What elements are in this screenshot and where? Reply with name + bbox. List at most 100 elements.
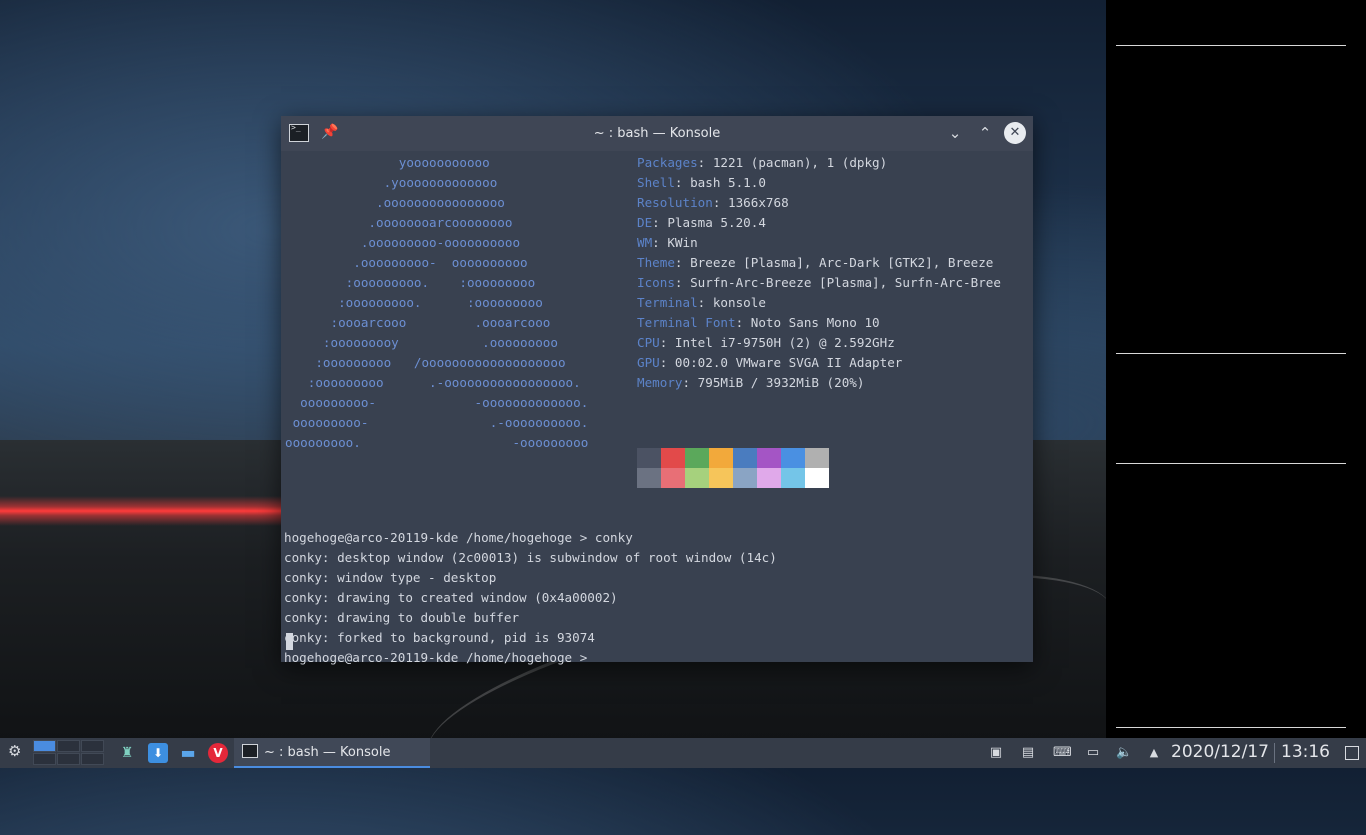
sysinfo-row: Packages: 1221 (pacman), 1 (dpkg)	[637, 153, 1001, 173]
desktop-6[interactable]	[81, 753, 104, 765]
sysinfo-row: Theme: Breeze [Plasma], Arc-Dark [GTK2],…	[637, 253, 1001, 273]
sysinfo-value: : konsole	[697, 295, 766, 310]
conky-divider	[1116, 353, 1346, 354]
window-title: ~ : bash — Konsole	[593, 126, 721, 141]
terminal-output: hogehoge@arco-20119-kde /home/hogehoge >…	[284, 528, 777, 668]
desktop-3[interactable]	[81, 740, 104, 752]
conky-divider	[1116, 463, 1346, 464]
sysinfo-value: : KWin	[652, 235, 698, 250]
color-swatch	[757, 468, 781, 488]
sysinfo-row: Terminal: konsole	[637, 293, 1001, 313]
terminal-area[interactable]: yooooooooooo .yooooooooooooo .oooooooooo…	[281, 151, 1033, 665]
sysinfo-key: Packages	[637, 155, 698, 170]
sysinfo-key: Terminal Font	[637, 315, 736, 330]
desktop-4[interactable]	[33, 753, 56, 765]
keyboard-icon[interactable]: ⌨	[1053, 745, 1072, 761]
arco-ascii-logo: yooooooooooo .yooooooooooooo .oooooooooo…	[285, 155, 589, 450]
window-titlebar[interactable]: 📌 ~ : bash — Konsole ⌄ ⌃ ✕	[281, 116, 1033, 151]
sysinfo-value: : 1221 (pacman), 1 (dpkg)	[697, 155, 888, 170]
color-swatch	[733, 448, 757, 468]
output-line: hogehoge@arco-20119-kde /home/hogehoge >	[284, 650, 588, 665]
task-konsole[interactable]: ~ : bash — Konsole	[234, 738, 430, 768]
color-swatch	[637, 448, 661, 468]
sysinfo-key: CPU	[637, 335, 660, 350]
color-swatch	[805, 468, 829, 488]
vivaldi-icon[interactable]: V	[208, 743, 228, 763]
terminal-icon	[242, 744, 258, 758]
close-button[interactable]: ✕	[1004, 122, 1026, 144]
sysinfo-value: : Noto Sans Mono 10	[735, 315, 880, 330]
desktop-2[interactable]	[57, 740, 80, 752]
sysinfo-row: Icons: Surfn-Arc-Breeze [Plasma], Surfn-…	[637, 273, 1001, 293]
sysinfo-key: Shell	[637, 175, 675, 190]
color-swatch	[637, 468, 661, 488]
neofetch-info: Packages: 1221 (pacman), 1 (dpkg) Shell: …	[637, 153, 1001, 393]
color-swatch	[709, 448, 733, 468]
wallpaper-light-streak	[0, 496, 300, 526]
minimize-button[interactable]: ⌄	[944, 122, 966, 144]
conky-divider	[1116, 45, 1346, 46]
clock-divider	[1274, 743, 1275, 763]
network-icon[interactable]: ▭	[1085, 745, 1101, 761]
sysinfo-row: Shell: bash 5.1.0	[637, 173, 1001, 193]
maximize-button[interactable]: ⌃	[974, 122, 996, 144]
folder-icon[interactable]: ▬	[178, 743, 198, 763]
color-swatch	[757, 448, 781, 468]
show-desktop-icon[interactable]	[1342, 742, 1360, 762]
output-line: conky: drawing to created window (0x4a00…	[284, 590, 618, 605]
sysinfo-row: GPU: 00:02.0 VMware SVGA II Adapter	[637, 353, 1001, 373]
color-swatch	[781, 448, 805, 468]
volume-icon[interactable]: 🔈	[1116, 745, 1132, 761]
palette-row	[637, 448, 829, 468]
sysinfo-key: WM	[637, 235, 653, 250]
color-swatch	[685, 448, 709, 468]
sysinfo-key: GPU	[637, 355, 660, 370]
konsole-window[interactable]: 📌 ~ : bash — Konsole ⌄ ⌃ ✕ yooooooooooo …	[281, 116, 1033, 665]
sysinfo-value: : Plasma 5.20.4	[652, 215, 766, 230]
sysinfo-key: Theme	[637, 255, 675, 270]
sysinfo-key: Terminal	[637, 295, 698, 310]
color-swatch	[733, 468, 757, 488]
sysinfo-value: : Intel i7-9750H (2) @ 2.592GHz	[659, 335, 895, 350]
clipboard-icon[interactable]: ▤	[1020, 745, 1036, 761]
sysinfo-row: Resolution: 1366x768	[637, 193, 1001, 213]
taskbar: ⚙ ♜ ⬇ ▬ V ~ : bash — Konsole ▣ ▤ ⌨ ▭ 🔈 ▲…	[0, 738, 1366, 768]
sysinfo-row: WM: KWin	[637, 233, 1001, 253]
task-label: ~ : bash — Konsole	[264, 745, 391, 760]
sysinfo-row: CPU: Intel i7-9750H (2) @ 2.592GHz	[637, 333, 1001, 353]
conky-panel	[1106, 0, 1366, 738]
download-icon[interactable]: ⬇	[148, 743, 168, 763]
output-line: conky: window type - desktop	[284, 570, 497, 585]
desktop-5[interactable]	[57, 753, 80, 765]
clock-time[interactable]: 13:16	[1281, 742, 1330, 762]
color-palette	[637, 448, 829, 488]
sysinfo-row: Memory: 795MiB / 3932MiB (20%)	[637, 373, 1001, 393]
sysinfo-row: Terminal Font: Noto Sans Mono 10	[637, 313, 1001, 333]
sysinfo-key: Icons	[637, 275, 675, 290]
sysinfo-value: : Surfn-Arc-Breeze [Plasma], Surfn-Arc-B…	[674, 275, 1001, 290]
screen-layout-icon[interactable]: ▣	[988, 745, 1004, 761]
color-swatch	[781, 468, 805, 488]
output-line: conky: forked to background, pid is 9307…	[284, 630, 595, 645]
palette-row	[637, 468, 829, 488]
color-swatch	[661, 448, 685, 468]
conky-divider	[1116, 727, 1346, 728]
tray-expand-icon[interactable]: ▲	[1146, 745, 1162, 761]
color-swatch	[709, 468, 733, 488]
app-launcher-icon[interactable]: ⚙	[8, 742, 26, 762]
sysinfo-row: DE: Plasma 5.20.4	[637, 213, 1001, 233]
output-line: hogehoge@arco-20119-kde /home/hogehoge >…	[284, 530, 633, 545]
color-swatch	[685, 468, 709, 488]
sysinfo-value: : 795MiB / 3932MiB (20%)	[682, 375, 865, 390]
sysinfo-key: DE	[637, 215, 653, 230]
virtual-desktop-pager[interactable]	[33, 740, 105, 766]
terminal-cursor	[286, 633, 293, 650]
desktop-1[interactable]	[33, 740, 56, 752]
sysinfo-value: : bash 5.1.0	[674, 175, 766, 190]
app-icon-settings[interactable]: ♜	[117, 743, 137, 763]
sysinfo-key: Memory	[637, 375, 683, 390]
sysinfo-key: Resolution	[637, 195, 713, 210]
color-swatch	[661, 468, 685, 488]
sysinfo-value: : 00:02.0 VMware SVGA II Adapter	[659, 355, 903, 370]
clock-date[interactable]: 2020/12/17	[1171, 742, 1269, 762]
